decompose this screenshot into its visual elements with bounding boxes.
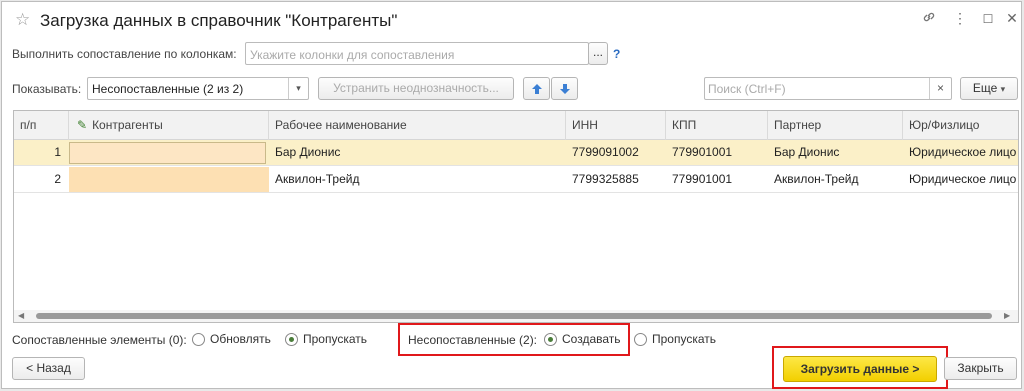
maximize-icon[interactable]: ☐ bbox=[979, 12, 997, 26]
table-header: п/п ✎ Контрагенты Рабочее наименование ИН… bbox=[14, 111, 1018, 140]
resolve-ambiguity-button[interactable]: Устранить неоднозначность... bbox=[318, 77, 514, 100]
update-label: Обновлять bbox=[210, 332, 271, 346]
table-row[interactable]: 2 Аквилон-Трейд 7799325885 779901001 Акв… bbox=[14, 167, 1018, 193]
star-icon[interactable]: ☆ bbox=[15, 10, 30, 30]
counterparty-cell[interactable] bbox=[69, 142, 266, 164]
match-select-button[interactable]: ... bbox=[588, 42, 608, 65]
window-title: Загрузка данных в справочник "Контрагент… bbox=[40, 11, 398, 30]
dialog-window: ☆ Загрузка данных в справочник "Контраге… bbox=[1, 1, 1022, 389]
more-icon[interactable]: ⋮ bbox=[951, 10, 969, 27]
skip-unmatched-label: Пропускать bbox=[652, 332, 717, 346]
column-header-inn[interactable]: ИНН bbox=[566, 111, 666, 140]
unmatched-label: Несопоставленные (2): bbox=[408, 333, 538, 347]
more-button[interactable]: Еще ▾ bbox=[960, 77, 1018, 100]
arrow-down-icon bbox=[559, 84, 570, 94]
link-icon[interactable] bbox=[920, 10, 938, 27]
column-header-counterparty[interactable]: ✎ Контрагенты bbox=[69, 111, 269, 140]
create-label: Создавать bbox=[562, 332, 621, 346]
create-radio[interactable]: Создавать bbox=[544, 332, 621, 347]
chevron-down-icon[interactable]: ▾ bbox=[288, 78, 308, 99]
matched-options: Сопоставленные элементы (0): bbox=[12, 333, 187, 347]
partner-cell: Аквилон-Трейд bbox=[774, 172, 859, 186]
row-number: 1 bbox=[54, 145, 61, 159]
kpp-cell: 779901001 bbox=[672, 172, 733, 186]
help-icon[interactable]: ? bbox=[613, 47, 620, 61]
scrollbar-thumb[interactable] bbox=[36, 313, 992, 319]
show-select-value: Несопоставленные (2 из 2) bbox=[92, 82, 244, 96]
column-header-name[interactable]: Рабочее наименование bbox=[269, 111, 566, 140]
skip-unmatched-radio[interactable]: Пропускать bbox=[634, 332, 717, 347]
column-header-partner[interactable]: Партнер bbox=[768, 111, 903, 140]
show-select[interactable]: Несопоставленные (2 из 2) ▾ bbox=[87, 77, 309, 100]
column-header-counterparty-label: Контрагенты bbox=[92, 118, 163, 132]
entity-type-cell: Юридическое лицо bbox=[909, 172, 1017, 186]
scroll-right-icon[interactable]: ▶ bbox=[1004, 311, 1010, 320]
column-header-kpp[interactable]: КПП bbox=[666, 111, 768, 140]
pencil-icon: ✎ bbox=[77, 118, 88, 132]
row-number: 2 bbox=[54, 172, 61, 186]
name-cell: Бар Дионис bbox=[275, 145, 341, 159]
match-placeholder: Укажите колонки для сопоставления bbox=[250, 48, 455, 62]
data-table: п/п ✎ Контрагенты Рабочее наименование ИН… bbox=[13, 110, 1019, 323]
match-columns-input[interactable]: Укажите колонки для сопоставления bbox=[245, 42, 589, 65]
clear-search-icon[interactable]: × bbox=[929, 78, 951, 99]
back-button[interactable]: < Назад bbox=[12, 357, 85, 380]
more-button-label: Еще bbox=[972, 81, 998, 95]
matched-label: Сопоставленные элементы (0): bbox=[12, 333, 187, 347]
skip-label: Пропускать bbox=[303, 332, 368, 346]
table-row[interactable]: 1 Бар Дионис 7799091002 779901001 Бар Ди… bbox=[14, 140, 1018, 166]
counterparty-cell[interactable] bbox=[69, 167, 269, 192]
entity-type-cell: Юридическое лицо bbox=[909, 145, 1017, 159]
radio-checked-icon bbox=[544, 333, 557, 347]
close-icon[interactable]: ✕ bbox=[1003, 10, 1021, 27]
close-button[interactable]: Закрыть bbox=[944, 357, 1017, 380]
show-label: Показывать: bbox=[12, 82, 82, 96]
update-radio[interactable]: Обновлять bbox=[192, 332, 271, 347]
move-up-button[interactable] bbox=[523, 77, 550, 100]
horizontal-scrollbar[interactable]: ◀ ▶ bbox=[14, 310, 1018, 322]
column-header-number[interactable]: п/п bbox=[14, 111, 69, 140]
arrow-up-icon bbox=[531, 84, 542, 94]
chevron-down-icon: ▾ bbox=[1000, 84, 1006, 94]
kpp-cell: 779901001 bbox=[672, 145, 733, 159]
radio-checked-icon bbox=[285, 333, 298, 347]
inn-cell: 7799325885 bbox=[572, 172, 639, 186]
load-data-button[interactable]: Загрузить данные > bbox=[783, 356, 937, 382]
search-input[interactable]: Поиск (Ctrl+F) × bbox=[704, 77, 952, 100]
scroll-left-icon[interactable]: ◀ bbox=[18, 311, 24, 320]
column-header-entity-type[interactable]: Юр/Физлицо bbox=[903, 111, 1018, 140]
skip-radio[interactable]: Пропускать bbox=[285, 332, 368, 347]
partner-cell: Бар Дионис bbox=[774, 145, 840, 159]
radio-icon bbox=[634, 333, 647, 347]
radio-icon bbox=[192, 333, 205, 347]
inn-cell: 7799091002 bbox=[572, 145, 639, 159]
name-cell: Аквилон-Трейд bbox=[275, 172, 360, 186]
match-label: Выполнить сопоставление по колонкам: bbox=[12, 47, 237, 61]
move-down-button[interactable] bbox=[551, 77, 578, 100]
search-placeholder: Поиск (Ctrl+F) bbox=[708, 82, 786, 96]
